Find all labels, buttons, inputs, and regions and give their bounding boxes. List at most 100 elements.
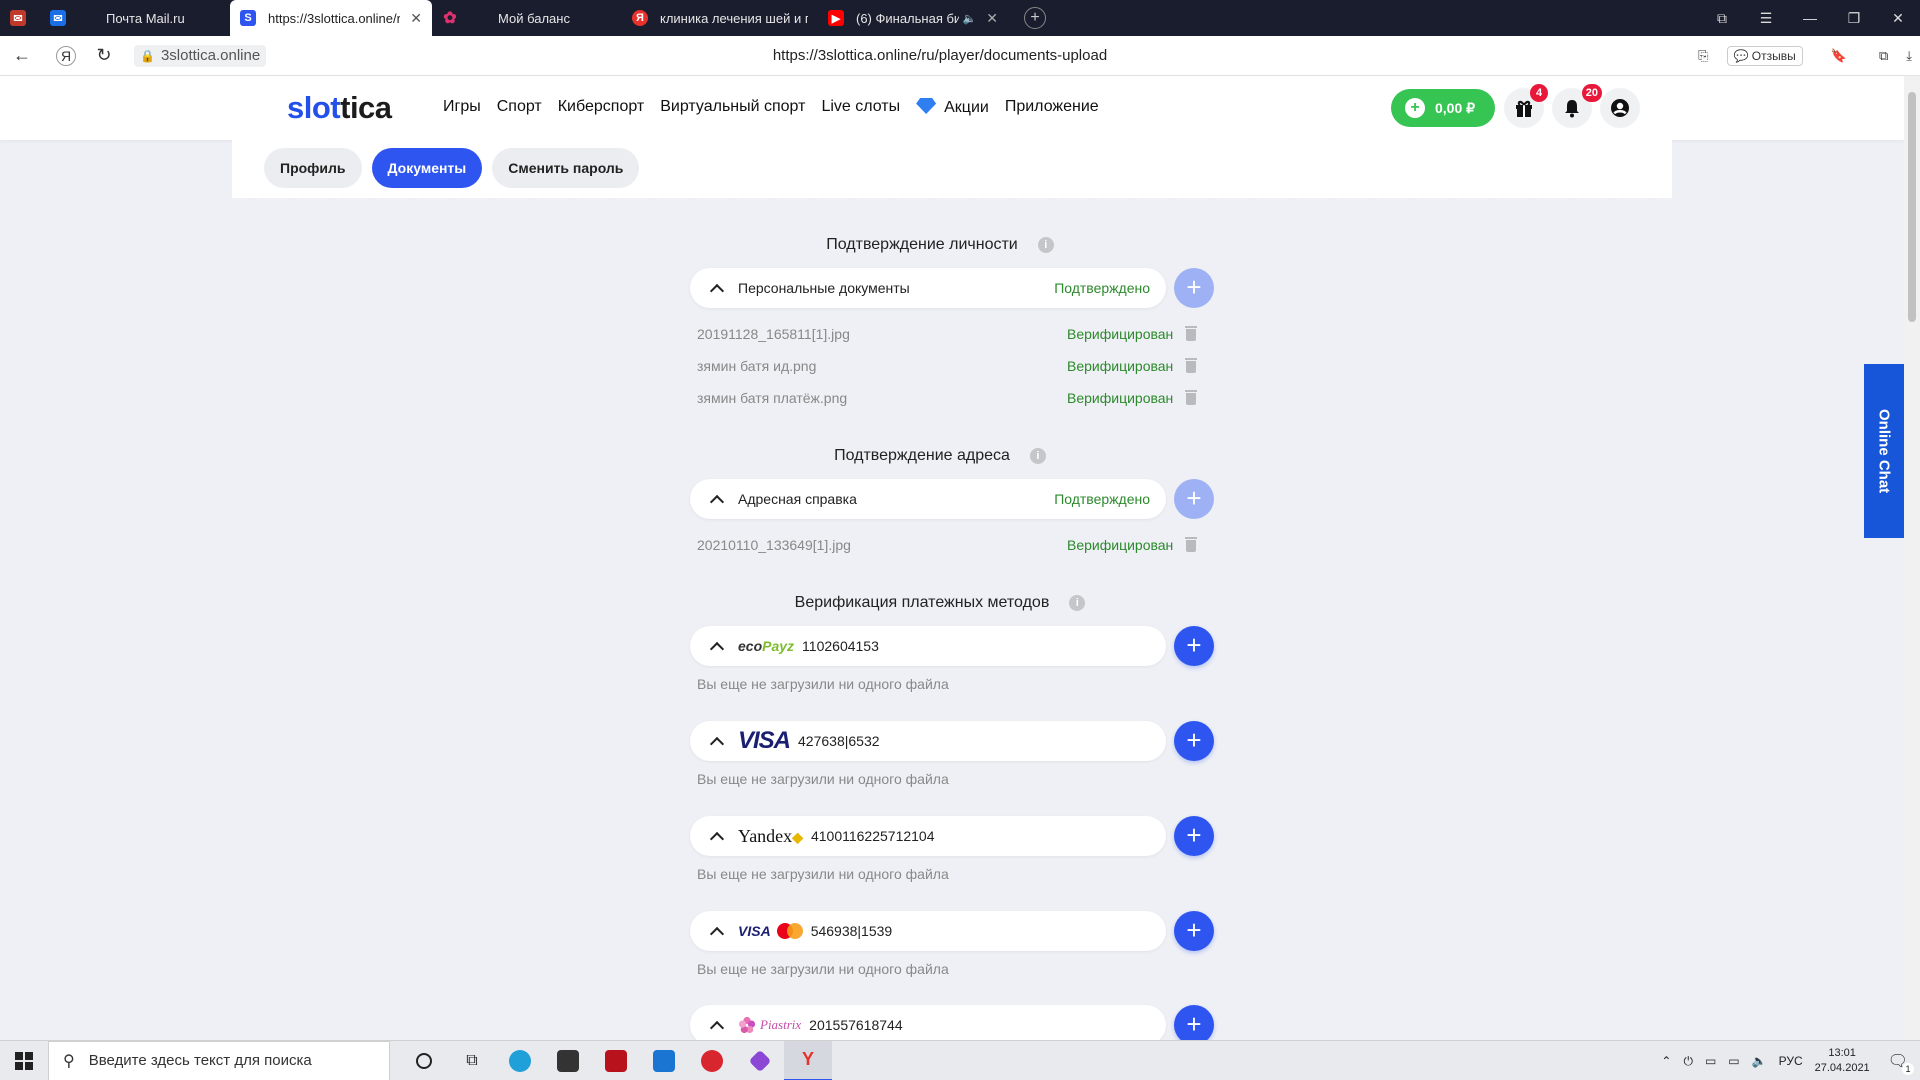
file-row: 20191128_165811[1].jpg Верифицирован: [697, 324, 1197, 344]
payment-upload-button[interactable]: +: [1174, 816, 1214, 856]
page-scrollbar[interactable]: [1904, 76, 1920, 1040]
scrollbar-thumb[interactable]: [1908, 92, 1916, 322]
piastrix-logo-text: Piastrix: [760, 1017, 802, 1032]
collections-icon[interactable]: ⧉: [1879, 48, 1888, 64]
notifications-button[interactable]: 20: [1552, 84, 1602, 128]
balance-button[interactable]: + 0,00 ₽: [1391, 89, 1495, 127]
chevron-up-icon[interactable]: [710, 829, 724, 843]
battery-icon[interactable]: ▭: [1728, 1054, 1739, 1068]
new-tab-button[interactable]: +: [1024, 7, 1046, 29]
payment-account: 546938|1539: [810, 923, 893, 939]
info-icon[interactable]: i: [1069, 595, 1086, 611]
chevron-up-icon[interactable]: [710, 1018, 724, 1032]
file-name: 20191128_165811[1].jpg: [697, 326, 850, 342]
payment-card-visa[interactable]: VISA 427638|6532: [690, 721, 1166, 761]
store-icon[interactable]: [544, 1041, 592, 1080]
tab-balance[interactable]: ✿ Мой баланс: [432, 0, 622, 36]
webcam-icon[interactable]: ▭: [1705, 1054, 1716, 1068]
address-section-title: Подтверждение адреса i: [690, 447, 1190, 465]
chevron-up-icon[interactable]: [710, 639, 724, 653]
tab-slottica[interactable]: S https://3slottica.online/ru/ ✕: [230, 0, 432, 36]
bookmark-icon[interactable]: 🔖: [1831, 48, 1847, 64]
info-icon[interactable]: i: [1029, 448, 1046, 464]
url-field[interactable]: https://3slottica.online/ru/player/docum…: [0, 47, 1880, 64]
tab-mail[interactable]: ✉ Почта Mail.ru: [40, 0, 230, 36]
tab-change-password[interactable]: Сменить пароль: [492, 148, 640, 188]
tab-youtube[interactable]: ▶ (6) Финальная битв 🔈 ✕: [818, 0, 1008, 36]
identity-upload-button[interactable]: +: [1174, 268, 1214, 308]
mail-app-icon[interactable]: [640, 1041, 688, 1080]
close-icon[interactable]: ✕: [400, 10, 422, 27]
yandex-browser-icon[interactable]: Y: [784, 1040, 832, 1080]
speaker-icon[interactable]: 🔈: [1752, 1054, 1767, 1068]
start-button[interactable]: [0, 1041, 48, 1080]
tab-documents[interactable]: Документы: [371, 148, 483, 188]
online-chat-button[interactable]: Online Chat: [1864, 364, 1904, 538]
trash-icon[interactable]: [1185, 537, 1197, 552]
identity-card[interactable]: Персональные документы Подтверждено: [690, 268, 1166, 308]
close-window-icon[interactable]: ✕: [1876, 10, 1920, 27]
gem-app-icon[interactable]: [736, 1041, 784, 1080]
profile-button[interactable]: [1600, 88, 1640, 128]
nav-promotions[interactable]: Акции: [916, 98, 989, 117]
nav-app[interactable]: Приложение: [1005, 98, 1099, 117]
window-controls: ⧉ ☰ — ❐ ✕: [1700, 0, 1920, 36]
opera-icon[interactable]: [688, 1041, 736, 1080]
system-tray: ⌃ ⏻ ▭ ▭ 🔈 РУС 13:01 27.04.2021 🗨 1: [1661, 1041, 1920, 1080]
notifications-icon[interactable]: 🗨 1: [1888, 1051, 1914, 1075]
taskbar-search[interactable]: ⚲ Введите здесь текст для поиска: [48, 1040, 390, 1080]
nav-sport[interactable]: Спорт: [497, 98, 542, 117]
payment-card-piastrix[interactable]: Piastrix 201557618744: [690, 1005, 1166, 1045]
edge-icon[interactable]: [496, 1041, 544, 1080]
payment-upload-button[interactable]: +: [1174, 911, 1214, 951]
trash-icon[interactable]: [1185, 358, 1197, 373]
trash-icon[interactable]: [1185, 390, 1197, 405]
nav-live-slots[interactable]: Live слоты: [821, 98, 900, 117]
chevron-up-icon[interactable]: [710, 734, 724, 748]
downloads-icon[interactable]: ⤓: [1906, 48, 1912, 64]
close-icon[interactable]: ✕: [976, 10, 998, 27]
taskbar: ⚲ Введите здесь текст для поиска ⧉ Y ⌃ ⏻…: [0, 1040, 1920, 1080]
chevron-up-icon[interactable]: [710, 281, 724, 295]
info-icon[interactable]: i: [1037, 237, 1054, 253]
yandex-logo-text: Yandex: [738, 825, 793, 846]
bookmarks-icon[interactable]: ⧉: [1700, 10, 1744, 27]
tab-profile[interactable]: Профиль: [264, 148, 362, 188]
address-upload-button[interactable]: +: [1174, 479, 1214, 519]
file-name: зямин батя платёж.png: [697, 390, 848, 406]
payment-upload-button[interactable]: +: [1174, 626, 1214, 666]
reviews-button[interactable]: 💬 Отзывы: [1726, 46, 1803, 66]
network-icon[interactable]: ⏻: [1683, 1054, 1693, 1069]
chevron-up-icon[interactable]: [710, 924, 724, 938]
reviews-label: Отзывы: [1751, 49, 1796, 63]
payment-upload-button[interactable]: +: [1174, 1005, 1214, 1045]
speaker-icon[interactable]: 🔈: [963, 12, 977, 25]
user-icon: [1611, 99, 1629, 117]
site-logo[interactable]: slottica: [287, 90, 392, 126]
payment-card-visa-mastercard[interactable]: VISA 546938|1539: [690, 911, 1166, 951]
payment-card-yandex[interactable]: Yandex◆ 4100116225712104: [690, 816, 1166, 856]
clock[interactable]: 13:01 27.04.2021: [1815, 1046, 1870, 1076]
task-view-icon[interactable]: ⧉: [448, 1041, 496, 1080]
tab-clinic[interactable]: Я клиника лечения шей и го: [622, 0, 818, 36]
cortana-icon[interactable]: [400, 1041, 448, 1080]
trash-icon[interactable]: [1185, 326, 1197, 341]
restore-icon[interactable]: ❐: [1832, 10, 1876, 27]
payment-upload-button[interactable]: +: [1174, 721, 1214, 761]
identity-section-title: Подтверждение личности i: [690, 236, 1190, 254]
language-indicator[interactable]: РУС: [1779, 1054, 1803, 1068]
nav-esports[interactable]: Киберспорт: [558, 98, 644, 117]
nav-virtual-sport[interactable]: Виртуальный спорт: [660, 98, 805, 117]
translate-icon[interactable]: ⎘: [1698, 48, 1708, 64]
nav-games[interactable]: Игры: [443, 98, 481, 117]
minimize-icon[interactable]: —: [1788, 10, 1832, 26]
chevron-up-icon[interactable]: [710, 492, 724, 506]
gift-button[interactable]: 4: [1504, 84, 1548, 128]
gift-badge: 4: [1530, 84, 1548, 102]
chevron-up-icon[interactable]: ⌃: [1661, 1054, 1671, 1068]
payment-card-ecopayz[interactable]: ecoPayz 1102604153: [690, 626, 1166, 666]
menu-icon[interactable]: ☰: [1744, 10, 1788, 27]
tab-mailru-red[interactable]: ✉: [0, 0, 40, 36]
game-app-icon[interactable]: [592, 1041, 640, 1080]
address-card[interactable]: Адресная справка Подтверждено: [690, 479, 1166, 519]
